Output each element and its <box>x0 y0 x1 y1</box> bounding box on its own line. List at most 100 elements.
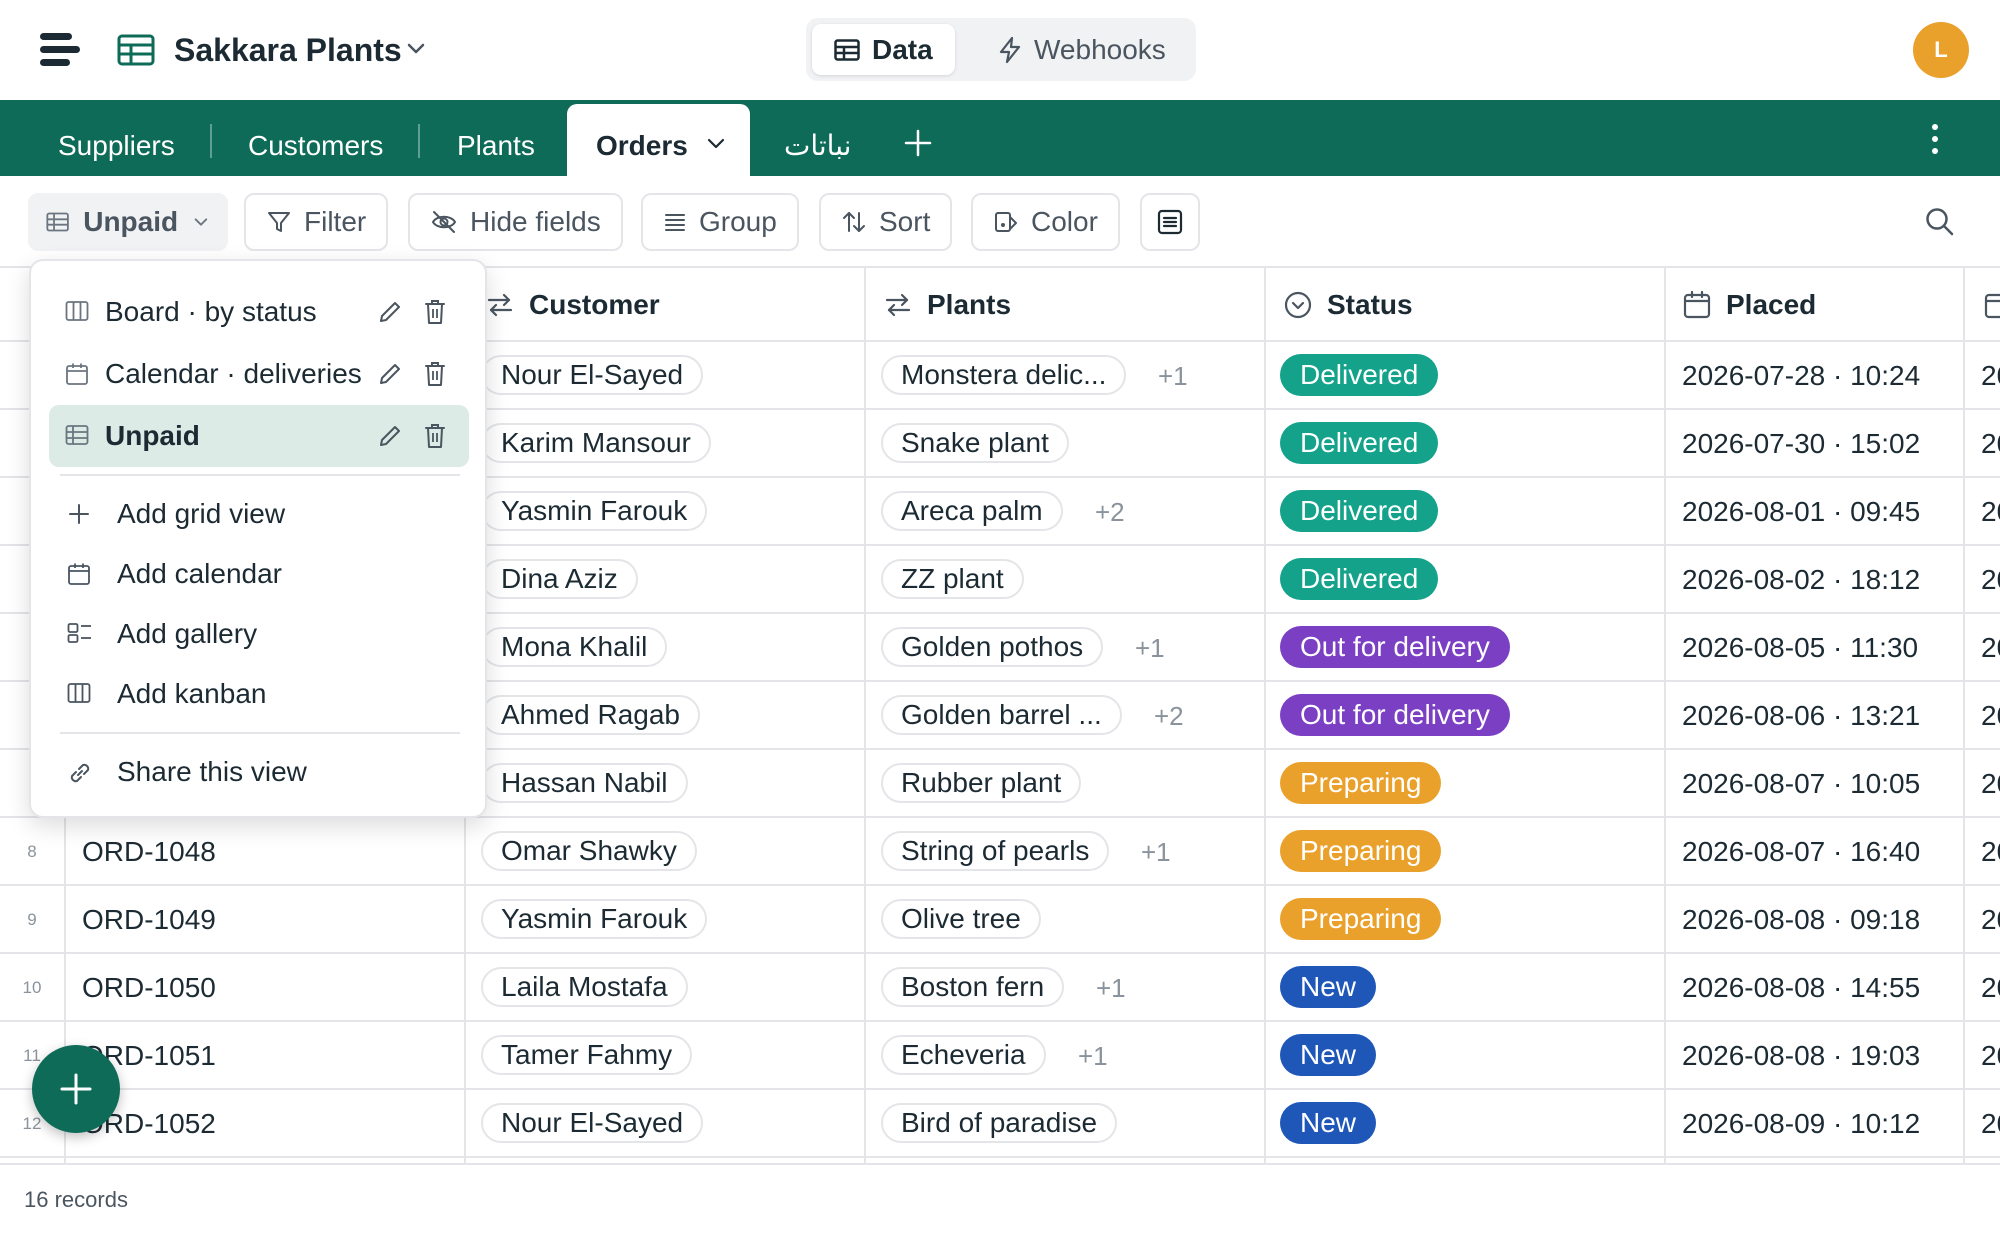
more-vertical-icon[interactable] <box>1930 123 1940 155</box>
customer-link-chip[interactable]: Yasmin Farouk <box>481 491 708 531</box>
plant-link-chip[interactable]: Rubber plant <box>881 763 1082 803</box>
placed-datetime-cell[interactable]: 2026-08-08 · 14:55 <box>1682 968 1920 1008</box>
table-row[interactable]: 8 ORD-1048 Omar Shawky String of pearls +1 Pr… <box>0 818 2000 886</box>
customer-link-chip[interactable]: Hassan Nabil <box>481 763 688 803</box>
placed-datetime-cell[interactable]: 2026-08-09 · 10:12 <box>1682 1104 1920 1144</box>
truncated-cell[interactable]: 20 <box>1981 900 2000 940</box>
mode-tab-webhooks[interactable]: Webhooks <box>976 24 1188 75</box>
table-row[interactable]: 9 ORD-1049 Yasmin Farouk Olive tree Preparin… <box>0 886 2000 954</box>
column-header-plants[interactable]: Plants <box>883 268 1011 342</box>
more-links-count[interactable]: +1 <box>1141 832 1171 872</box>
status-badge[interactable]: New <box>1280 966 1377 1008</box>
plant-link-chip[interactable]: ZZ plant <box>881 559 1024 599</box>
trash-icon[interactable] <box>423 360 447 388</box>
group-button[interactable]: Group <box>641 193 799 251</box>
status-badge[interactable]: Preparing <box>1280 898 1442 940</box>
customer-link-chip[interactable]: Omar Shawky <box>481 831 697 871</box>
more-links-count[interactable]: +2 <box>1154 696 1184 736</box>
order-id-cell[interactable]: ORD-1048 <box>82 832 216 872</box>
more-links-count[interactable]: +2 <box>1095 492 1125 532</box>
truncated-cell[interactable]: 20 <box>1981 1104 2000 1144</box>
plant-link-chip[interactable]: Boston fern <box>881 967 1065 1007</box>
placed-datetime-cell[interactable]: 2026-07-30 · 15:02 <box>1682 424 1920 464</box>
mode-tab-data[interactable]: Data <box>812 24 955 75</box>
more-links-count[interactable]: +1 <box>1096 968 1126 1008</box>
truncated-cell[interactable]: 20 <box>1981 560 2000 600</box>
customer-link-chip[interactable]: Dina Aziz <box>481 559 638 599</box>
placed-datetime-cell[interactable]: 2026-08-06 · 13:21 <box>1682 696 1920 736</box>
view-selector[interactable]: Unpaid <box>28 193 228 251</box>
tab-customers[interactable]: Customers <box>248 126 383 166</box>
plant-link-chip[interactable]: Bird of paradise <box>881 1103 1118 1143</box>
truncated-cell[interactable]: 20 <box>1981 832 2000 872</box>
status-badge[interactable]: Delivered <box>1280 422 1439 464</box>
view-item-unpaid[interactable]: Unpaid <box>49 405 469 467</box>
customer-link-chip[interactable]: Laila Mostafa <box>481 967 688 1007</box>
placed-datetime-cell[interactable]: 2026-08-08 · 09:18 <box>1682 900 1920 940</box>
order-id-cell[interactable]: ORD-1050 <box>82 968 216 1008</box>
customer-link-chip[interactable]: Yasmin Farouk <box>481 899 708 939</box>
menu-icon[interactable] <box>40 33 80 67</box>
trash-icon[interactable] <box>423 422 447 450</box>
tab-suppliers[interactable]: Suppliers <box>58 126 175 166</box>
status-badge[interactable]: Delivered <box>1280 558 1439 600</box>
truncated-cell[interactable]: 20 <box>1981 492 2000 532</box>
placed-datetime-cell[interactable]: 2026-08-08 · 19:03 <box>1682 1036 1920 1076</box>
pencil-icon[interactable] <box>377 423 403 449</box>
avatar[interactable]: L <box>1913 22 1969 78</box>
placed-datetime-cell[interactable]: 2026-08-07 · 16:40 <box>1682 832 1920 872</box>
customer-link-chip[interactable]: Ahmed Ragab <box>481 695 701 735</box>
plant-link-chip[interactable]: String of pearls <box>881 831 1110 871</box>
order-id-cell[interactable]: ORD-1049 <box>82 900 216 940</box>
table-row[interactable]: 11 ORD-1051 Tamer Fahmy Echeveria +1 New 2026-… <box>0 1022 2000 1090</box>
truncated-cell[interactable]: 20 <box>1981 356 2000 396</box>
hide-fields-button[interactable]: Hide fields <box>408 193 623 251</box>
status-badge[interactable]: Preparing <box>1280 762 1442 804</box>
tab-plants[interactable]: Plants <box>457 126 535 166</box>
pencil-icon[interactable] <box>377 299 403 325</box>
plant-link-chip[interactable]: Snake plant <box>881 423 1069 463</box>
row-height-button[interactable] <box>1140 193 1200 251</box>
customer-link-chip[interactable]: Karim Mansour <box>481 423 711 463</box>
truncated-cell[interactable]: 20 <box>1981 424 2000 464</box>
tab-arabic[interactable]: نباتات <box>784 126 851 166</box>
status-badge[interactable]: Preparing <box>1280 830 1442 872</box>
customer-link-chip[interactable]: Tamer Fahmy <box>481 1035 693 1075</box>
placed-datetime-cell[interactable]: 2026-08-02 · 18:12 <box>1682 560 1920 600</box>
truncated-cell[interactable]: 20 <box>1981 628 2000 668</box>
table-row[interactable]: 10 ORD-1050 Laila Mostafa Boston fern +1 New 2… <box>0 954 2000 1022</box>
placed-datetime-cell[interactable]: 2026-07-28 · 10:24 <box>1682 356 1920 396</box>
placed-datetime-cell[interactable]: 2026-08-01 · 09:45 <box>1682 492 1920 532</box>
column-header-customer[interactable]: Customer <box>485 268 660 342</box>
base-name[interactable]: Sakkara Plants <box>174 30 402 70</box>
view-item-board[interactable]: Board · by status <box>49 281 469 343</box>
plant-link-chip[interactable]: Echeveria <box>881 1035 1046 1075</box>
more-links-count[interactable]: +1 <box>1078 1036 1108 1076</box>
status-badge[interactable]: Out for delivery <box>1280 626 1510 668</box>
customer-link-chip[interactable]: Nour El-Sayed <box>481 1103 704 1143</box>
tab-orders[interactable]: Orders <box>567 104 750 176</box>
plant-link-chip[interactable]: Golden barrel ... <box>881 695 1122 735</box>
filter-button[interactable]: Filter <box>244 193 389 251</box>
sort-button[interactable]: Sort <box>819 193 953 251</box>
status-badge[interactable]: Delivered <box>1280 354 1439 396</box>
status-badge[interactable]: New <box>1280 1034 1377 1076</box>
plant-link-chip[interactable]: Monstera delic... <box>881 355 1127 395</box>
placed-datetime-cell[interactable]: 2026-08-07 · 10:05 <box>1682 764 1920 804</box>
table-row[interactable]: 12 ORD-1052 Nour El-Sayed Bird of paradise N… <box>0 1090 2000 1158</box>
plant-link-chip[interactable]: Golden pothos <box>881 627 1104 667</box>
more-links-count[interactable]: +1 <box>1135 628 1165 668</box>
plant-link-chip[interactable]: Areca palm <box>881 491 1063 531</box>
column-header-placed[interactable]: Placed <box>1682 268 1816 342</box>
truncated-cell[interactable]: 20 <box>1981 968 2000 1008</box>
truncated-cell[interactable]: 20 <box>1981 1036 2000 1076</box>
add-record-button[interactable] <box>32 1045 120 1133</box>
pencil-icon[interactable] <box>377 361 403 387</box>
status-badge[interactable]: Delivered <box>1280 490 1439 532</box>
more-links-count[interactable]: +1 <box>1158 356 1188 396</box>
chevron-down-icon[interactable] <box>404 36 428 60</box>
truncated-cell[interactable]: 20 <box>1981 696 2000 736</box>
color-button[interactable]: Color <box>971 193 1120 251</box>
search-icon[interactable] <box>1924 206 1956 238</box>
add-table-icon[interactable] <box>903 128 933 158</box>
